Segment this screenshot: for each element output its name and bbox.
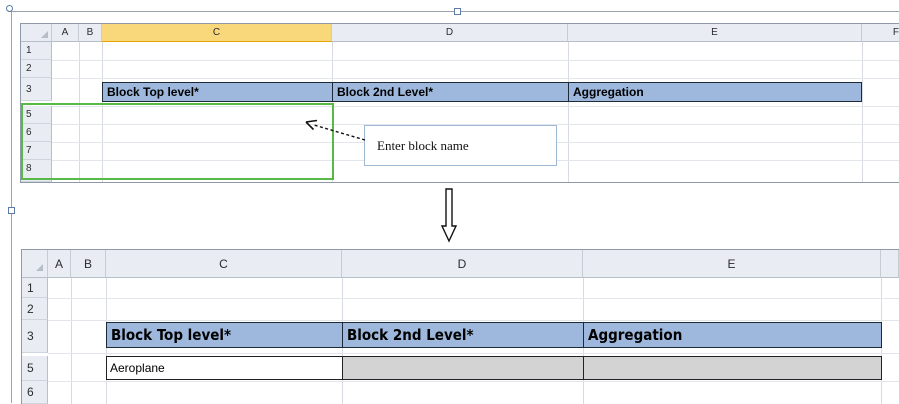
- gridline: [48, 298, 899, 299]
- resize-handle-top-icon[interactable]: [454, 8, 461, 15]
- row-header-3[interactable]: 3: [21, 78, 52, 101]
- row-header-1[interactable]: 1: [22, 278, 48, 298]
- resize-handle-left-icon[interactable]: [8, 207, 15, 214]
- callout-enter-block-name: Enter block name: [364, 125, 557, 166]
- header-cell-block-top-level[interactable]: Block Top level*: [106, 322, 343, 348]
- gridline: [48, 353, 899, 354]
- col-header-c[interactable]: C: [106, 250, 342, 278]
- gridline: [48, 381, 899, 382]
- col-header-d[interactable]: D: [342, 250, 583, 278]
- header-cell-aggregation[interactable]: Aggregation: [568, 82, 862, 102]
- select-all-corner[interactable]: [22, 250, 48, 278]
- down-arrow-icon: [441, 188, 457, 243]
- cell-c5-block-top-level[interactable]: Aeroplane: [106, 356, 343, 380]
- row-header-3[interactable]: 3: [22, 320, 48, 353]
- header-cell-aggregation[interactable]: Aggregation: [583, 322, 882, 348]
- header-cell-block-2nd-level[interactable]: Block 2nd Level*: [332, 82, 569, 102]
- row-header-1[interactable]: 1: [21, 42, 52, 60]
- cell-e5-aggregation[interactable]: [583, 356, 882, 380]
- dashed-arrow-icon: [305, 119, 366, 141]
- rotate-handle-icon[interactable]: [6, 5, 13, 12]
- col-header-c[interactable]: C: [102, 24, 332, 42]
- col-header-a[interactable]: A: [52, 24, 79, 42]
- col-header-b[interactable]: B: [79, 24, 102, 42]
- gridline: [568, 42, 569, 182]
- row-header-2[interactable]: 2: [22, 298, 48, 320]
- gridline: [48, 320, 899, 321]
- gridline: [52, 60, 899, 61]
- gridline: [52, 78, 899, 79]
- col-header-a[interactable]: A: [48, 250, 71, 278]
- row-header-5[interactable]: 5: [22, 356, 48, 381]
- corner-triangle-icon: [41, 31, 48, 38]
- bottom-spreadsheet: A B C D E 1 2 3 5 6 Block Top level* Blo…: [21, 249, 899, 404]
- col-header-blank: [881, 250, 899, 278]
- gridline: [862, 42, 863, 182]
- corner-triangle-icon: [36, 264, 43, 271]
- col-header-f[interactable]: F: [862, 24, 899, 42]
- col-header-e[interactable]: E: [568, 24, 862, 42]
- highlight-empty-block-cells: [21, 103, 334, 180]
- col-header-b[interactable]: B: [71, 250, 106, 278]
- row-header-2[interactable]: 2: [21, 60, 52, 78]
- row-header-6[interactable]: 6: [22, 381, 48, 404]
- cell-d5-block-2nd-level[interactable]: [342, 356, 584, 380]
- select-all-corner[interactable]: [21, 24, 52, 42]
- header-cell-block-top-level[interactable]: Block Top level*: [102, 82, 333, 102]
- header-cell-block-2nd-level[interactable]: Block 2nd Level*: [342, 322, 584, 348]
- col-header-d[interactable]: D: [332, 24, 568, 42]
- col-header-e[interactable]: E: [583, 250, 881, 278]
- gridline: [71, 278, 72, 404]
